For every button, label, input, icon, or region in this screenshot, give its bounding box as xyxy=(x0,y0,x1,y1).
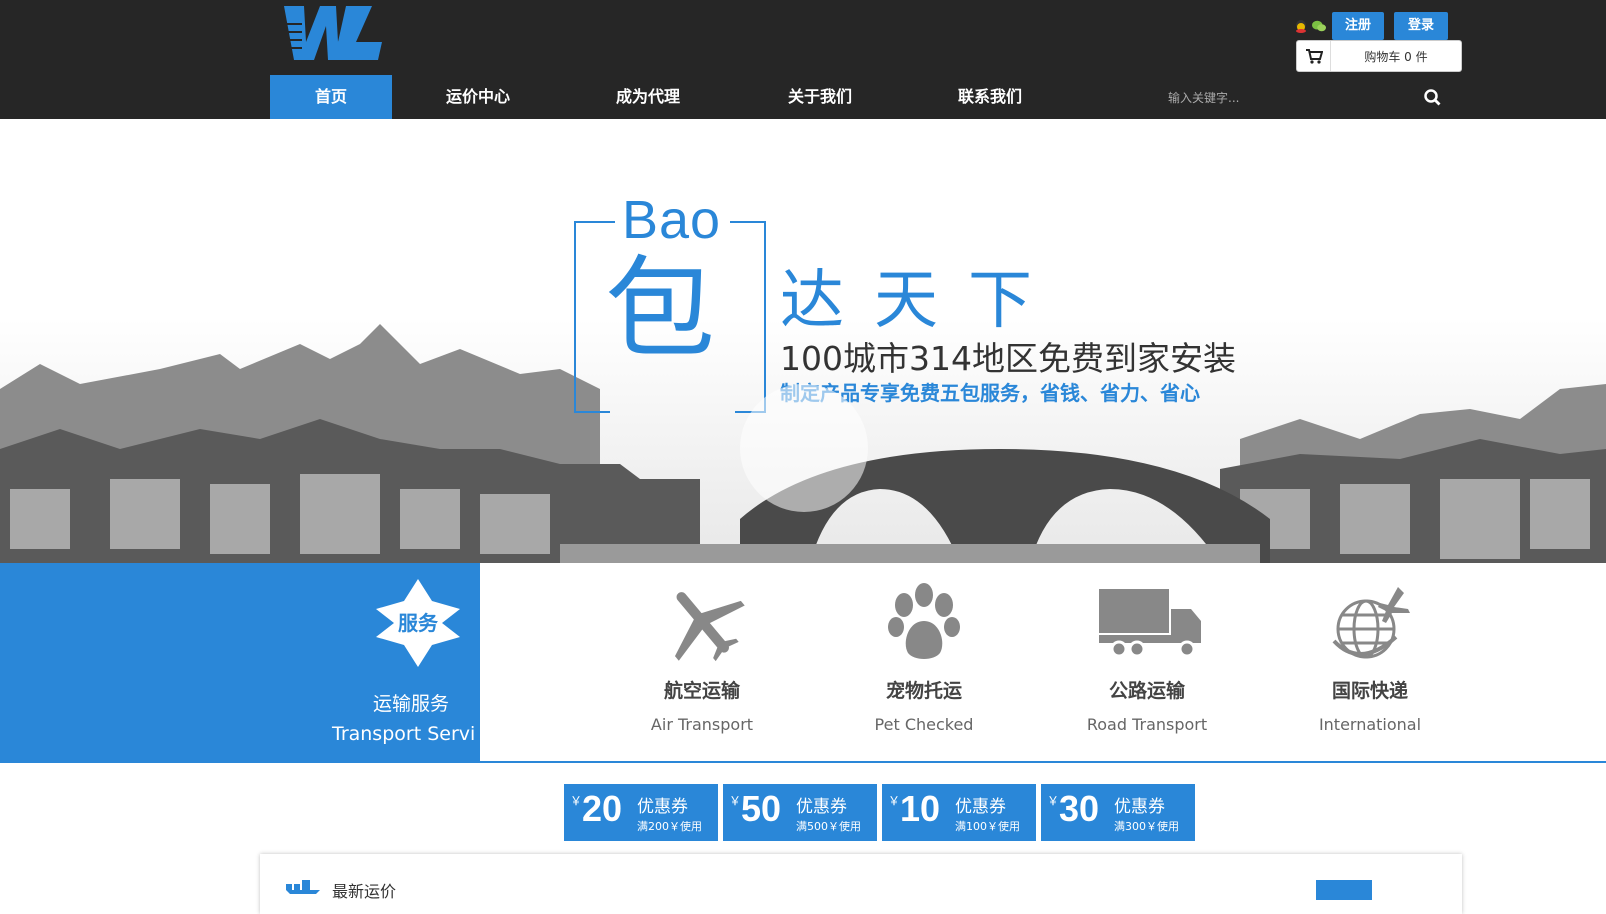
watermark-stamp xyxy=(740,384,868,512)
ship-icon xyxy=(286,880,320,894)
banner-tagline-sub: 100城市314地区免费到家安装 xyxy=(780,339,1236,378)
globe-plane-icon xyxy=(1332,587,1410,659)
coupon-condition: 满300￥使用 xyxy=(1114,820,1179,833)
services-intro-panel: 服务 运输服务 Transport Servi xyxy=(0,563,480,763)
service-label-en: International xyxy=(1318,715,1422,734)
service-label-cn: 航空运输 xyxy=(663,680,740,702)
cart-count-text: 购物车 0 件 xyxy=(1364,49,1428,64)
nav-contact-us[interactable]: 联系我们 xyxy=(908,75,1072,119)
service-label-cn: 宠物托运 xyxy=(885,680,962,702)
services-section: 服务 运输服务 Transport Servi 航空运输 Air Transpo… xyxy=(0,563,1606,763)
service-label-cn: 公路运输 xyxy=(1108,680,1185,702)
coupon-label: 优惠券 xyxy=(796,797,847,817)
nav-about-us[interactable]: 关于我们 xyxy=(732,75,908,119)
header-bar: 首页 运价中心 成为代理 关于我们 联系我们 注册 登录 购物车 0 件 xyxy=(0,0,1606,119)
search-input[interactable] xyxy=(1168,86,1378,110)
wechat-icon[interactable] xyxy=(1312,19,1326,33)
coupon-amount: 20 xyxy=(582,788,623,829)
service-label-cn: 国际快递 xyxy=(1331,680,1408,702)
nav-home[interactable]: 首页 xyxy=(270,75,392,119)
coupon-20[interactable]: ￥ 20 优惠券 满200￥使用 xyxy=(564,784,718,841)
coupon-label: 优惠券 xyxy=(637,797,688,817)
social-icons xyxy=(1294,19,1326,33)
nav-become-agent[interactable]: 成为代理 xyxy=(564,75,732,119)
coupon-amount: 50 xyxy=(741,788,782,829)
coupon-currency: ￥ xyxy=(729,794,742,808)
nav-freight-center[interactable]: 运价中心 xyxy=(392,75,564,119)
coupon-10[interactable]: ￥ 10 优惠券 满100￥使用 xyxy=(882,784,1036,841)
banner-tagline-main: 达天下 xyxy=(780,264,1062,338)
latest-freight-panel: 最新运价 xyxy=(260,854,1462,914)
coupon-currency: ￥ xyxy=(888,794,901,808)
qq-icon[interactable] xyxy=(1294,19,1308,33)
banner-bao-word: Bao xyxy=(622,190,722,250)
services-subtitle: Transport Servi xyxy=(332,723,476,745)
coupon-30[interactable]: ￥ 30 优惠券 满300￥使用 xyxy=(1041,784,1195,841)
service-road-transport[interactable]: 公路运输 Road Transport xyxy=(1057,563,1237,763)
main-nav: 首页 运价中心 成为代理 关于我们 联系我们 xyxy=(270,75,1072,119)
shopping-cart[interactable]: 购物车 0 件 xyxy=(1296,40,1462,72)
service-air-transport[interactable]: 航空运输 Air Transport xyxy=(612,563,792,763)
login-button[interactable]: 登录 xyxy=(1394,12,1448,40)
service-international[interactable]: 国际快递 International xyxy=(1280,563,1460,763)
search-icon[interactable] xyxy=(1422,87,1444,109)
coupon-amount: 10 xyxy=(900,788,941,829)
coupon-label: 优惠券 xyxy=(955,797,1006,817)
service-label-en: Pet Checked xyxy=(874,715,974,734)
coupon-currency: ￥ xyxy=(1047,794,1060,808)
airplane-icon xyxy=(674,592,745,662)
register-button[interactable]: 注册 xyxy=(1332,12,1384,40)
banner-bao-char: 包 xyxy=(605,245,715,373)
service-pet-checked[interactable]: 宠物托运 Pet Checked xyxy=(834,563,1014,763)
coupon-label: 优惠券 xyxy=(1114,797,1165,817)
hero-banner[interactable]: Bao 包 达天下 100城市314地区免费到家安装 制定产品专享免费五包服务，… xyxy=(0,119,1606,563)
service-badge-label: 服务 xyxy=(398,611,438,635)
coupon-condition: 满200￥使用 xyxy=(637,820,702,833)
truck-icon xyxy=(1099,589,1201,658)
service-label-en: Air Transport xyxy=(650,715,754,734)
site-logo[interactable] xyxy=(262,2,382,64)
coupon-condition: 满100￥使用 xyxy=(955,820,1020,833)
coupon-currency: ￥ xyxy=(570,794,583,808)
search-box xyxy=(1160,82,1441,114)
cart-icon xyxy=(1297,41,1331,71)
coupon-list: ￥ 20 优惠券 满200￥使用 ￥ 50 优惠券 满500￥使用 ￥ 10 优… xyxy=(564,784,1195,841)
coupon-condition: 满500￥使用 xyxy=(796,820,861,833)
service-label-en: Road Transport xyxy=(1086,715,1208,734)
account-bar: 注册 登录 xyxy=(1294,12,1462,40)
coupon-amount: 30 xyxy=(1059,788,1100,829)
more-button[interactable] xyxy=(1316,880,1372,900)
coupon-50[interactable]: ￥ 50 优惠券 满500￥使用 xyxy=(723,784,877,841)
paw-icon xyxy=(888,583,960,659)
services-title: 运输服务 xyxy=(373,693,450,715)
latest-freight-title: 最新运价 xyxy=(332,882,397,901)
